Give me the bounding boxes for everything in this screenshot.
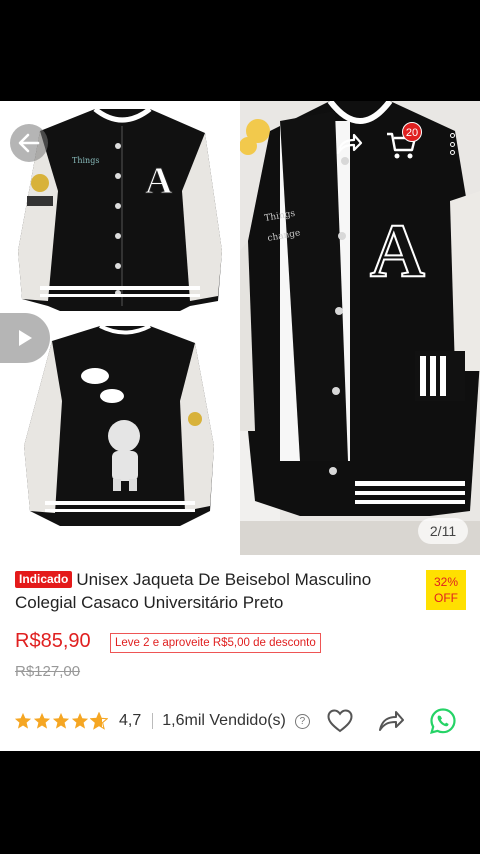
bundle-promo[interactable]: Leve 2 e aproveite R$5,00 de desconto (110, 633, 321, 653)
discount-percent: 32% (433, 575, 459, 589)
screen: A Things A Things change 20 2/11 Indicad… (0, 0, 480, 854)
divider (152, 713, 154, 729)
whatsapp-icon (430, 708, 456, 734)
rating-stars (14, 712, 108, 730)
play-video-button[interactable] (0, 313, 50, 363)
svg-text:A: A (370, 209, 425, 293)
star-icon (52, 712, 70, 729)
current-price: R$85,90 (15, 630, 91, 652)
star-icon (14, 712, 32, 729)
jacket-back-view (24, 324, 214, 526)
play-icon (19, 330, 32, 346)
share-button-top[interactable] (333, 128, 365, 160)
discount-badge: 32% OFF (426, 570, 466, 610)
sold-count: 1,6mil Vendido(s) (162, 712, 286, 729)
rating-row: 4,7 1,6mil Vendido(s) ? (14, 708, 469, 734)
more-icon-dot (449, 141, 455, 147)
svg-text:Things: Things (72, 156, 99, 165)
share-icon (336, 133, 363, 155)
half-star-icon (90, 712, 108, 730)
star-icon (33, 712, 51, 729)
product-image-gallery[interactable]: A Things A Things change 20 2/11 (0, 101, 480, 555)
back-arrow-icon (18, 133, 40, 153)
recommended-tag: Indicado (15, 571, 73, 588)
more-icon-dot (449, 150, 455, 155)
svg-text:A: A (145, 160, 173, 202)
model-wearing-jacket-image: A Things change (240, 101, 480, 555)
image-counter: 2/11 (418, 518, 468, 544)
heart-icon (327, 709, 353, 733)
original-price: R$127,00 (15, 663, 81, 680)
more-icon (449, 133, 455, 138)
more-options-button[interactable] (440, 130, 464, 158)
product-title-block: Indicado Unisex Jaqueta De Beisebol Mascu… (15, 568, 410, 614)
share-button[interactable] (376, 708, 406, 734)
jacket-front-view: A Things (18, 106, 222, 311)
share-icon (379, 711, 404, 731)
star-icon (71, 712, 89, 729)
discount-label: OFF (434, 591, 458, 605)
help-icon[interactable]: ? (294, 713, 310, 729)
favorite-button[interactable] (325, 708, 355, 734)
product-photo-model: A Things change (240, 101, 480, 555)
cart-count-badge: 20 (402, 122, 422, 142)
product-info-panel: Indicado Unisex Jaqueta De Beisebol Mascu… (0, 555, 480, 751)
back-button[interactable] (10, 124, 48, 162)
whatsapp-button[interactable] (428, 708, 458, 734)
rating-value: 4,7 (119, 712, 142, 729)
